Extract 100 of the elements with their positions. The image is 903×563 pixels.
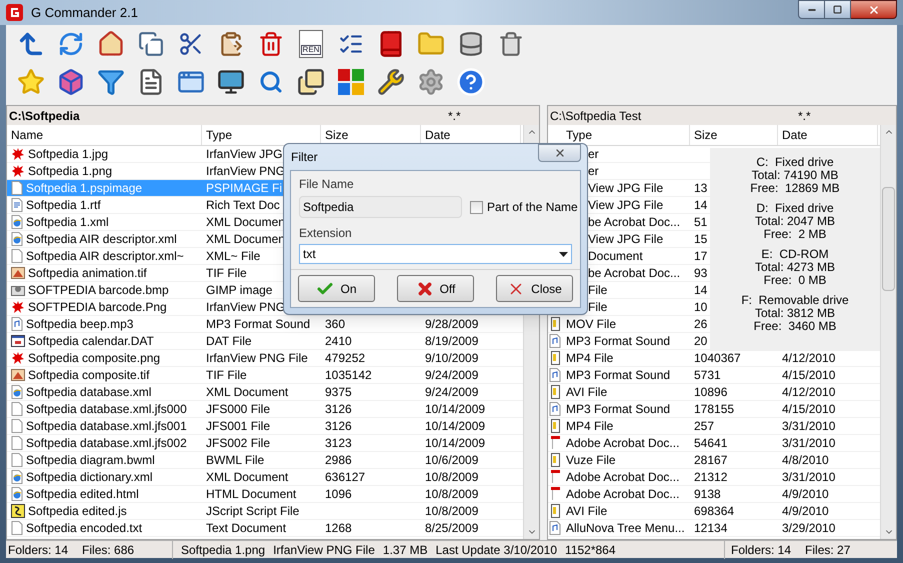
file-date: 9/24/2009: [425, 385, 478, 399]
file-size: 13: [694, 181, 708, 195]
file-row[interactable]: Softpedia database.xml.jfs002 JFS002 File 3123 10/14/2009: [7, 435, 523, 452]
star-icon[interactable]: [17, 68, 45, 96]
maximize-button[interactable]: [825, 0, 851, 19]
copy-icon[interactable]: [138, 31, 164, 57]
document-icon: [11, 521, 23, 535]
file-size: 10: [694, 300, 708, 314]
file-type: View JPG File: [588, 232, 664, 246]
dialog-close-button[interactable]: [538, 144, 581, 162]
file-type: File: [588, 300, 608, 314]
file-type: File: [588, 283, 608, 297]
column-header[interactable]: Size: [690, 125, 778, 145]
dialog-button[interactable]: Off: [397, 275, 474, 302]
trash-icon[interactable]: [498, 31, 524, 57]
file-size: 1040367: [694, 351, 741, 365]
colored-squares-icon[interactable]: [337, 68, 365, 96]
file-date: 3/29/2010: [782, 521, 836, 535]
file-name: Softpedia composite.tif: [28, 367, 150, 384]
drive-free: Free: 2 MB: [764, 228, 826, 241]
file-row[interactable]: Softpedia database.xml.jfs001 JFS001 File 3126 10/14/2009: [7, 418, 523, 435]
rename-icon[interactable]: REN: [299, 30, 323, 58]
file-row[interactable]: Vuze File 28167 4/8/2010: [548, 452, 880, 469]
globe-document-icon: [11, 385, 23, 399]
app-logo-icon: [6, 4, 23, 21]
file-row[interactable]: Softpedia diagram.bwml BWML File 2986 10/6/2009: [7, 452, 523, 469]
up-arrow-icon[interactable]: [17, 30, 45, 58]
file-type: Adobe Acrobat Doc...: [566, 436, 680, 450]
home-icon[interactable]: [97, 30, 125, 58]
document-icon: [11, 453, 23, 467]
file-row[interactable]: Softpedia database.xml.jfs000 JFS000 File 3126 10/14/2009: [7, 401, 523, 418]
images-icon[interactable]: [297, 68, 325, 96]
file-type: er: [588, 164, 599, 178]
help-icon[interactable]: [456, 67, 486, 97]
close-button[interactable]: [851, 0, 897, 19]
file-size: 3126: [325, 402, 352, 416]
file-row[interactable]: Softpedia encoded.txt Text Document 1268 8/25/2009: [7, 520, 523, 537]
file-row[interactable]: MP4 File 257 3/31/2010: [548, 418, 880, 435]
file-name: Softpedia beep.mp3: [26, 316, 134, 333]
extension-dropdown[interactable]: txt: [299, 244, 572, 264]
file-date: 9/28/2009: [425, 317, 478, 331]
file-date: 9/10/2009: [425, 351, 478, 365]
monitor-icon[interactable]: [217, 68, 245, 96]
file-row[interactable]: Softpedia beep.mp3 MP3 Format Sound 360 9/28/2009: [7, 316, 523, 333]
file-date: 10/6/2009: [425, 453, 478, 467]
file-date: 4/15/2010: [782, 402, 836, 416]
file-type: Vuze File: [566, 453, 616, 467]
cube-icon[interactable]: [57, 68, 85, 96]
column-header[interactable]: Name: [7, 125, 202, 145]
file-row[interactable]: Softpedia dictionary.xml XML Document 636127 10/8/2009: [7, 469, 523, 486]
file-row[interactable]: Softpedia composite.png IrfanView PNG File 479252 9/10/2009: [7, 350, 523, 367]
filter-icon[interactable]: [97, 68, 125, 96]
file-type: AlluNova Tree Menu...: [566, 521, 685, 535]
file-row[interactable]: Softpedia edited.html HTML Document 1096 10/8/2009: [7, 486, 523, 503]
file-row[interactable]: MP3 Format Sound 178155 4/15/2010: [548, 401, 880, 418]
file-row[interactable]: Softpedia database.xml XML Document 9375 9/24/2009: [7, 384, 523, 401]
settings-icon[interactable]: [417, 68, 445, 96]
file-size: 9138: [694, 487, 721, 501]
file-row[interactable]: MP3 Format Sound 5731 4/15/2010: [548, 367, 880, 384]
wrench-icon[interactable]: [377, 68, 405, 96]
dialog-button[interactable]: On: [298, 275, 375, 302]
file-size: 20: [694, 334, 708, 348]
database-icon[interactable]: [458, 31, 484, 57]
refresh-icon[interactable]: [58, 31, 84, 57]
file-row[interactable]: AlluNova Tree Menu... 12134 3/29/2010: [548, 520, 880, 537]
panel-path: C:\Softpedia: [8, 108, 81, 124]
document-icon: [11, 249, 23, 263]
scrollbar[interactable]: [880, 125, 896, 539]
file-row[interactable]: Adobe Acrobat Doc... 9138 4/9/2010: [548, 486, 880, 503]
file-name: Softpedia 1.pspimage: [26, 180, 142, 197]
file-type: PSPIMAGE Fi: [206, 181, 282, 195]
column-header[interactable]: Date: [778, 125, 878, 145]
file-row[interactable]: AVI File 10896 4/12/2010: [548, 384, 880, 401]
file-row[interactable]: Softpedia composite.tif TIF File 1035142 9/24/2009: [7, 367, 523, 384]
file-date: 8/19/2009: [425, 334, 478, 348]
search-icon[interactable]: [259, 70, 283, 94]
globe-document-icon: [11, 232, 23, 246]
trash-icon[interactable]: [258, 31, 284, 57]
file-name: Softpedia AIR descriptor.xml: [26, 231, 177, 248]
file-name: Softpedia database.xml.jfs000: [26, 401, 187, 418]
file-row[interactable]: Adobe Acrobat Doc... 21312 3/31/2010: [548, 469, 880, 486]
scroll-thumb[interactable]: [882, 187, 895, 291]
globe-document-icon: [11, 487, 23, 501]
file-name: Softpedia encoded.txt: [26, 520, 142, 537]
drive-free: Free: 3460 MB: [754, 320, 836, 333]
file-row[interactable]: Adobe Acrobat Doc... 54641 3/31/2010: [548, 435, 880, 452]
file-row[interactable]: Softpedia edited.js JScript Script File 10/8/2009: [7, 503, 523, 520]
file-row[interactable]: AVI File 698364 4/9/2010: [548, 503, 880, 520]
scissors-icon[interactable]: [178, 31, 204, 57]
dropdown-arrow-icon[interactable]: [559, 252, 568, 256]
minimize-button[interactable]: [798, 0, 825, 19]
file-type: GIMP image: [206, 283, 272, 297]
file-name: Softpedia composite.png: [28, 350, 160, 367]
file-type: XML Document: [206, 385, 288, 399]
file-type: Rich Text Doc: [206, 198, 280, 212]
dialog-button[interactable]: Close: [496, 275, 573, 302]
status-text: 1.37 MB: [382, 542, 428, 558]
calendar-icon: [11, 334, 25, 348]
file-name-field[interactable]: Softpedia: [299, 196, 462, 218]
file-row[interactable]: Softpedia calendar.DAT DAT File 2410 8/19/2009: [7, 333, 523, 350]
